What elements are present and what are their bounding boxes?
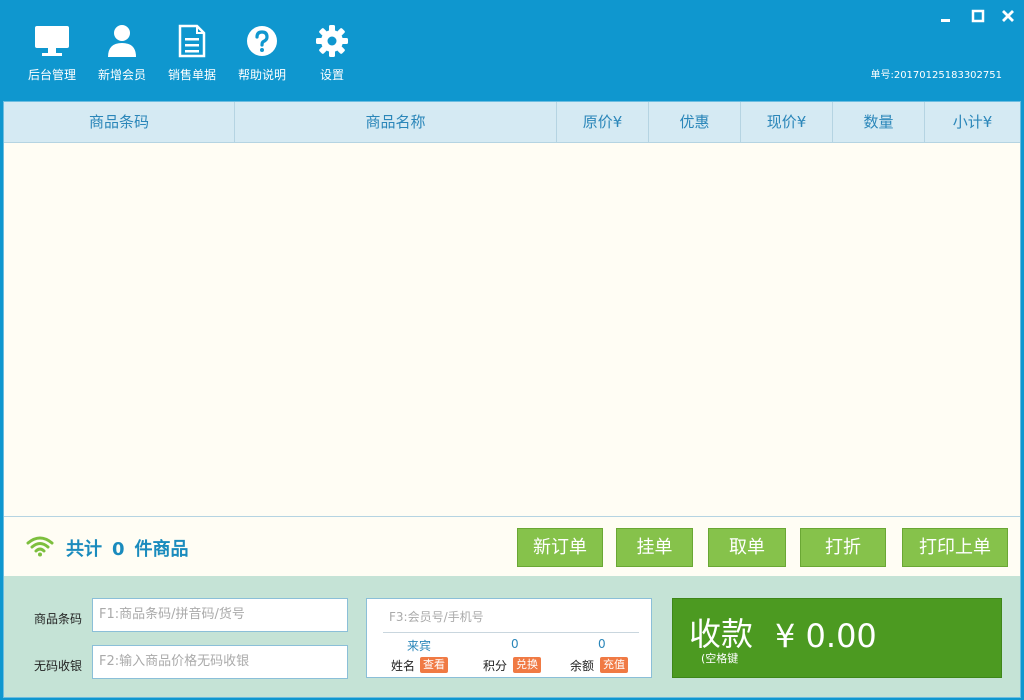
- minimize-icon[interactable]: [936, 6, 956, 26]
- sales-records-button[interactable]: 销售单据: [159, 24, 225, 83]
- member-balance-value: 0: [598, 637, 606, 651]
- help-icon: [247, 26, 277, 56]
- nocode-label: 无码收银: [34, 659, 83, 673]
- item-count-prefix: 共计: [66, 539, 102, 560]
- column-discount[interactable]: 优惠: [649, 102, 741, 142]
- discount-button[interactable]: 打折: [800, 528, 886, 567]
- member-points-value: 0: [511, 637, 519, 651]
- member-search-input[interactable]: F3:会员号/手机号: [389, 608, 484, 625]
- member-name-value: 来宾: [407, 639, 432, 653]
- recharge-button[interactable]: 充值: [600, 657, 628, 673]
- barcode-input[interactable]: F1:商品条码/拼音码/货号: [92, 598, 348, 632]
- gear-icon: [316, 25, 348, 57]
- items-table-body[interactable]: [4, 143, 1020, 516]
- column-current-price[interactable]: 现价¥: [741, 102, 833, 142]
- exchange-points-button[interactable]: 兑换: [513, 657, 541, 673]
- maximize-icon[interactable]: [968, 6, 988, 26]
- main-panel: 商品条码 商品名称 原价¥ 优惠 现价¥ 数量 小计¥ 共计 0 件商品 新订单 挂…: [3, 101, 1021, 698]
- monitor-icon: [35, 26, 69, 56]
- help-label: 帮助说明: [237, 68, 286, 82]
- barcode-label: 商品条码: [34, 612, 83, 626]
- column-subtotal[interactable]: 小计¥: [925, 102, 1020, 142]
- admin-label: 后台管理: [27, 68, 76, 82]
- settings-label: 设置: [319, 68, 344, 82]
- help-button[interactable]: 帮助说明: [229, 24, 295, 83]
- checkout-hint: (空格键: [701, 652, 739, 665]
- print-last-order-button[interactable]: 打印上单: [902, 528, 1008, 567]
- checkout-label: 收款: [689, 615, 754, 653]
- checkout-panel: 商品条码 F1:商品条码/拼音码/货号 无码收银 F2:输入商品价格无码收银 F…: [4, 576, 1020, 697]
- new-order-button[interactable]: 新订单: [517, 528, 603, 567]
- item-count: 0: [112, 539, 125, 560]
- member-balance-label: 余额: [570, 659, 595, 673]
- retrieve-order-button[interactable]: 取单: [708, 528, 786, 567]
- nocode-input[interactable]: F2:输入商品价格无码收银: [92, 645, 348, 679]
- checkout-amount: ¥ 0.00: [775, 617, 877, 655]
- member-divider: [383, 632, 639, 633]
- wifi-icon: [26, 536, 54, 557]
- document-icon: [178, 24, 206, 58]
- add-member-label: 新增会员: [97, 68, 146, 82]
- order-number: 单号:20170125183302751: [870, 66, 1002, 81]
- checkout-button[interactable]: 收款 (空格键 ¥ 0.00: [672, 598, 1002, 678]
- view-member-button[interactable]: 查看: [420, 657, 448, 673]
- order-number-value: 20170125183302751: [893, 70, 1002, 81]
- user-icon: [108, 25, 136, 57]
- column-name[interactable]: 商品名称: [235, 102, 557, 142]
- sales-records-label: 销售单据: [167, 68, 216, 82]
- item-count-text: 共计 0 件商品: [66, 535, 189, 561]
- top-toolbar: 后台管理 新增会员 销售单据 帮助说明 设置 单号:20170125183302…: [0, 0, 1024, 100]
- column-original-price[interactable]: 原价¥: [557, 102, 649, 142]
- summary-bar: 共计 0 件商品 新订单 挂单 取单 打折 打印上单: [4, 516, 1020, 576]
- member-points-label: 积分: [483, 659, 508, 673]
- settings-button[interactable]: 设置: [299, 24, 365, 83]
- member-panel: F3:会员号/手机号 来宾 0 0 姓名 查看 积分 兑换 余额 充值: [366, 598, 652, 678]
- admin-button[interactable]: 后台管理: [19, 24, 85, 83]
- column-quantity[interactable]: 数量: [833, 102, 925, 142]
- close-icon[interactable]: [998, 6, 1018, 26]
- add-member-button[interactable]: 新增会员: [89, 24, 155, 83]
- member-name-label: 姓名: [391, 659, 416, 673]
- order-number-label: 单号:: [870, 70, 894, 81]
- item-count-suffix: 件商品: [134, 539, 189, 560]
- hold-order-button[interactable]: 挂单: [616, 528, 693, 567]
- table-header: 商品条码 商品名称 原价¥ 优惠 现价¥ 数量 小计¥: [4, 102, 1020, 143]
- column-barcode[interactable]: 商品条码: [4, 102, 235, 142]
